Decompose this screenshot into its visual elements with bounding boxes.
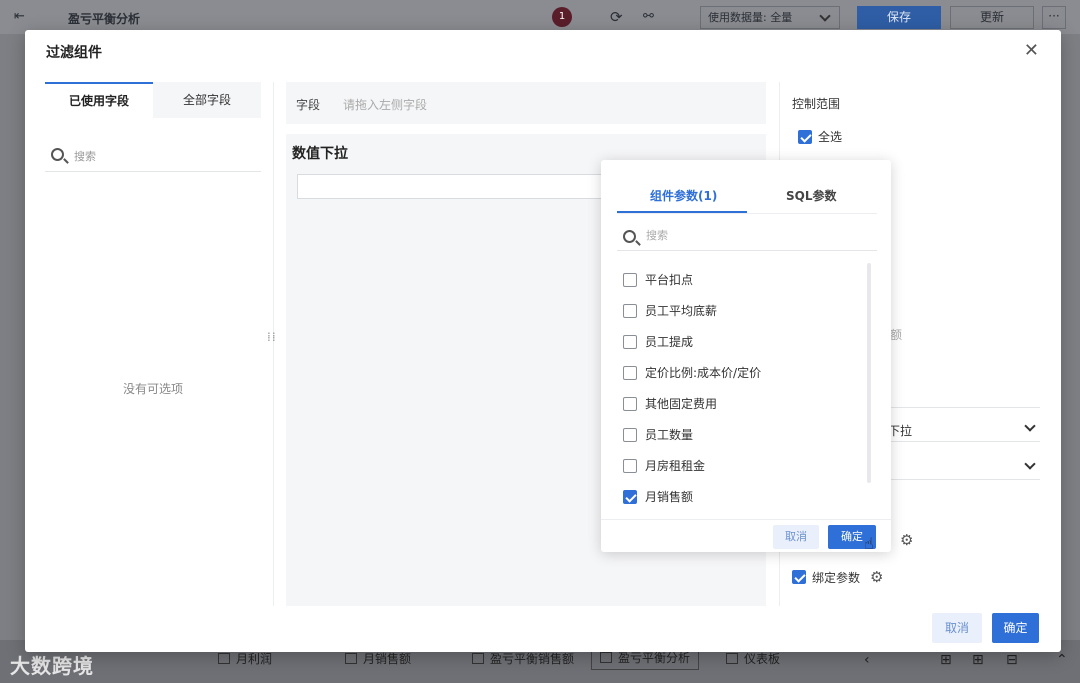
field-drop-zone[interactable]: 字段 请拖入左侧字段: [286, 82, 766, 124]
control-range-label: 控制范围: [792, 97, 841, 111]
popover-cancel-button[interactable]: 取消: [773, 525, 819, 549]
chevron-left-icon[interactable]: ‹: [864, 652, 870, 668]
flow-icon[interactable]: ⚯: [643, 9, 654, 24]
checkbox[interactable]: [623, 489, 637, 504]
faded-option-label: 额: [890, 328, 903, 342]
panel-divider: [273, 82, 274, 606]
checkbox[interactable]: [623, 303, 637, 318]
update-button[interactable]: 更新: [950, 6, 1034, 29]
sheet-icon: [472, 653, 484, 664]
tab-all-fields[interactable]: 全部字段: [153, 82, 261, 118]
scrollbar[interactable]: [867, 263, 871, 483]
search-placeholder: 搜索: [74, 150, 96, 163]
dialog-title: 过滤组件: [46, 45, 102, 61]
checkbox[interactable]: [623, 427, 637, 442]
brand-watermark: 大数跨境: [10, 654, 94, 678]
sheet-tab[interactable]: 盈亏平衡销售额: [472, 650, 574, 667]
data-volume-label: 使用数据量: 全量: [708, 11, 793, 24]
field-search[interactable]: 搜索: [45, 142, 261, 172]
param-label: 定价比例:成本价/定价: [645, 366, 762, 380]
checkbox[interactable]: [798, 129, 812, 144]
param-list-item[interactable]: 员工数量: [623, 419, 853, 450]
chevron-down-icon: [1024, 458, 1036, 470]
param-list: 平台扣点员工平均底薪 员工提成定价比例:成本价/定价 其他固定费用 员工数量月房租租金…: [623, 264, 853, 512]
sheet-icon: [218, 653, 230, 664]
checkbox[interactable]: [623, 365, 637, 380]
tab-used-fields[interactable]: 已使用字段: [45, 82, 153, 118]
param-label: 员工平均底薪: [645, 304, 718, 318]
chevron-down-icon: [819, 10, 831, 22]
data-volume-select[interactable]: 使用数据量: 全量: [700, 6, 840, 29]
field-label: 字段: [296, 98, 321, 112]
field-placeholder: 请拖入左侧字段: [343, 98, 428, 112]
gear-icon[interactable]: ⚙: [870, 568, 883, 586]
tab-sql-params[interactable]: SQL参数: [786, 187, 837, 204]
sheet-tab[interactable]: 月利润: [218, 650, 272, 667]
field-list-panel: 已使用字段 全部字段 搜索 没有可选项: [45, 82, 261, 606]
checkbox[interactable]: [623, 396, 637, 411]
active-tab-indicator: [617, 211, 747, 213]
filter-component-dialog: 过滤组件 ✕ 已使用字段 全部字段 搜索 没有可选项 ⁞⁞ 字段 请拖入左侧字段…: [25, 30, 1061, 652]
resize-handle-icon[interactable]: ⁞⁞: [267, 331, 277, 343]
sheet-tab[interactable]: 仪表板: [726, 650, 780, 667]
hand-cursor-icon: ☝: [864, 534, 874, 553]
select-all-checkbox[interactable]: 全选: [798, 128, 842, 145]
component-type-value: 下拉: [888, 424, 913, 438]
param-label: 员工提成: [645, 335, 694, 349]
notification-badge[interactable]: 1: [552, 7, 572, 27]
divider: [601, 519, 891, 520]
param-list-item[interactable]: 月房租租金: [623, 450, 853, 481]
refresh-icon[interactable]: ⟳: [610, 8, 623, 26]
sheet-icon: [345, 653, 357, 664]
component-title: 数值下拉: [292, 146, 348, 162]
dashboard-icon: [726, 653, 738, 664]
checkbox[interactable]: [792, 570, 806, 584]
close-icon[interactable]: ✕: [1024, 40, 1039, 61]
checkbox[interactable]: [623, 458, 637, 473]
param-list-item[interactable]: 月销售额: [623, 481, 853, 512]
search-icon: [623, 230, 636, 243]
empty-state: 没有可选项: [122, 382, 183, 396]
gear-icon[interactable]: ⚙: [900, 531, 913, 549]
param-list-item[interactable]: 平台扣点: [623, 264, 853, 295]
page-title: 盈亏平衡分析: [68, 12, 141, 26]
sheet-tab[interactable]: 月销售额: [345, 650, 411, 667]
cancel-button[interactable]: 取消: [932, 613, 982, 643]
param-tabs: 组件参数(1) SQL参数: [617, 180, 877, 214]
bind-param-checkbox[interactable]: 绑定参数 ⚙: [792, 568, 883, 586]
param-list-item[interactable]: 员工平均底薪: [623, 295, 853, 326]
bind-param-label: 绑定参数: [812, 570, 861, 585]
param-list-item[interactable]: 定价比例:成本价/定价: [623, 357, 853, 388]
search-placeholder: 搜索: [646, 229, 668, 242]
select-all-label: 全选: [818, 130, 843, 144]
back-icon[interactable]: ⇤: [14, 9, 30, 25]
checkbox[interactable]: [623, 334, 637, 349]
param-label: 月销售额: [645, 490, 694, 504]
confirm-button[interactable]: 确定: [992, 613, 1039, 643]
add-story-icon[interactable]: ⊟: [1006, 652, 1018, 668]
tab-component-params[interactable]: 组件参数(1): [650, 187, 717, 204]
sheet-icon: [600, 652, 612, 663]
search-icon: [51, 148, 64, 161]
param-label: 平台扣点: [645, 273, 694, 287]
top-toolbar: ⇤ 盈亏平衡分析 1 ⟳ ⚯ 使用数据量: 全量 保存 更新 ···: [0, 0, 1080, 34]
more-button[interactable]: ···: [1042, 6, 1066, 29]
dialog-header: 过滤组件 ✕: [25, 30, 1061, 72]
field-tabs: 已使用字段 全部字段: [45, 82, 261, 118]
save-button[interactable]: 保存: [857, 6, 941, 29]
checkbox[interactable]: [623, 272, 637, 287]
add-dashboard-icon[interactable]: ⊞: [972, 652, 984, 668]
add-sheet-icon[interactable]: ⊞: [940, 652, 952, 668]
param-label: 员工数量: [645, 428, 694, 442]
param-list-item[interactable]: 其他固定费用: [623, 388, 853, 419]
param-search[interactable]: 搜索: [617, 223, 877, 251]
param-label: 月房租租金: [645, 459, 706, 473]
param-label: 其他固定费用: [645, 397, 718, 411]
collapse-icon[interactable]: ⌃: [1056, 652, 1068, 668]
param-list-item[interactable]: 员工提成: [623, 326, 853, 357]
chevron-down-icon: [1024, 420, 1036, 432]
param-binding-popover: 组件参数(1) SQL参数 搜索 平台扣点员工平均底薪 员工提成定价比例:成本价/…: [601, 160, 891, 552]
